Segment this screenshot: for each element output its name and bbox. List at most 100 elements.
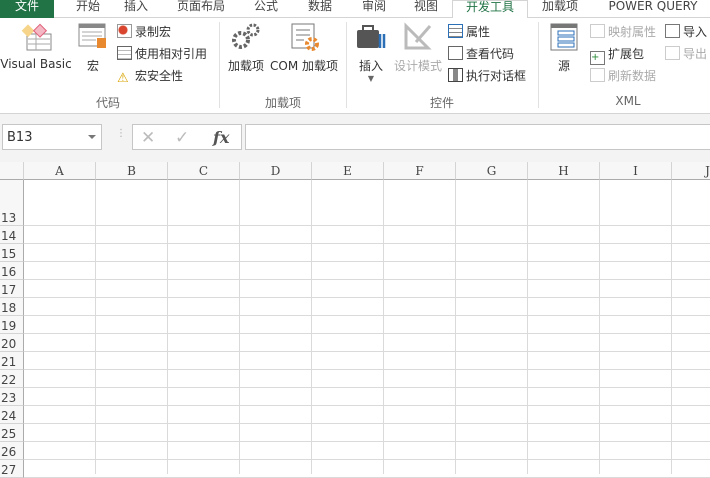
warning-icon: ⚠: [117, 71, 129, 86]
cancel-icon[interactable]: ✕: [141, 128, 155, 148]
column-header-D[interactable]: D: [240, 162, 312, 180]
row-gridline: [24, 279, 710, 280]
view-code-button[interactable]: 查看代码: [448, 44, 514, 64]
design-mode-button[interactable]: 设计模式: [392, 18, 444, 74]
view-code-icon: [448, 46, 463, 60]
insert-control-label: 插入: [358, 59, 383, 73]
properties-label: 属性: [466, 25, 491, 39]
row-header-27[interactable]: 27: [0, 460, 24, 478]
macro-security-label: 宏安全性: [135, 69, 184, 83]
row-header-20[interactable]: 20: [0, 334, 24, 352]
column-header-J[interactable]: J: [672, 162, 710, 180]
row-gridline: [24, 351, 710, 352]
export-button[interactable]: 导出: [665, 44, 707, 64]
row-header-15[interactable]: 15: [0, 244, 24, 262]
row-header-26[interactable]: 26: [0, 442, 24, 460]
tab-insert[interactable]: 插入: [118, 0, 154, 18]
run-dialog-icon: [448, 68, 463, 82]
row-gridline: [24, 459, 710, 460]
properties-button[interactable]: 属性: [448, 22, 490, 42]
design-mode-label: 设计模式: [393, 59, 442, 73]
row-gridline: [24, 315, 710, 316]
row-gridline: [24, 423, 710, 424]
dropdown-arrow-icon: ▼: [367, 74, 375, 83]
row-gridline: [24, 441, 710, 442]
row-header-22[interactable]: 22: [0, 370, 24, 388]
map-properties-label: 映射属性: [608, 25, 657, 39]
tab-page-layout[interactable]: 页面布局: [172, 0, 230, 18]
formula-bar: B13 ⋮ ✕ ✓ fx: [0, 114, 710, 162]
macro-security-button[interactable]: ⚠ 宏安全性: [117, 66, 183, 86]
ribbon: Visual Basic 宏 录制宏 使用相对引用 ⚠ 宏安全性 代码 加载项 C…: [0, 18, 710, 114]
tab-home[interactable]: 开始: [70, 0, 106, 18]
row-header-16[interactable]: 16: [0, 262, 24, 280]
design-mode-icon: [404, 22, 432, 50]
row-header-25[interactable]: 25: [0, 424, 24, 442]
column-header-H[interactable]: H: [528, 162, 600, 180]
visual-basic-icon: [21, 23, 52, 51]
import-icon: [665, 24, 680, 38]
tab-review[interactable]: 审阅: [356, 0, 392, 18]
xml-source-button[interactable]: 源: [546, 18, 582, 74]
record-icon: [117, 24, 132, 38]
insert-function-icon[interactable]: fx: [213, 128, 229, 147]
import-button[interactable]: 导入: [665, 22, 707, 42]
insert-control-button[interactable]: 插入 ▼: [352, 18, 390, 83]
relative-reference-label: 使用相对引用: [135, 47, 208, 61]
tab-power-query[interactable]: POWER QUERY: [600, 0, 706, 18]
column-header-E[interactable]: E: [312, 162, 384, 180]
expansion-packs-label: 扩展包: [608, 47, 645, 61]
row-gridline: [24, 261, 710, 262]
column-header-I[interactable]: I: [600, 162, 672, 180]
row-header-24[interactable]: 24: [0, 406, 24, 424]
formula-buttons: ✕ ✓ fx: [132, 124, 242, 150]
row-gridline: [24, 297, 710, 298]
chevron-down-icon[interactable]: [88, 135, 96, 143]
worksheet-grid[interactable]: A B C D E F G H I J 13 14 15 16 17 18 19 20 21 22 23 24 25 26 27: [0, 162, 710, 478]
row-header-13[interactable]: 13: [0, 180, 24, 226]
row-header-14[interactable]: 14: [0, 226, 24, 244]
toolbox-icon: [357, 25, 386, 48]
select-all-corner[interactable]: [0, 162, 24, 180]
enter-icon[interactable]: ✓: [175, 128, 189, 148]
row-header-19[interactable]: 19: [0, 316, 24, 334]
column-header-G[interactable]: G: [456, 162, 528, 180]
com-addins-button[interactable]: COM 加载项: [268, 18, 340, 74]
row-header-23[interactable]: 23: [0, 388, 24, 406]
tab-developer[interactable]: 开发工具: [452, 0, 528, 19]
tab-file[interactable]: 文件: [0, 0, 54, 18]
map-properties-icon: [590, 24, 605, 38]
tab-addins[interactable]: 加载项: [538, 0, 582, 18]
column-header-C[interactable]: C: [168, 162, 240, 180]
tab-view[interactable]: 视图: [408, 0, 444, 18]
group-label-code: 代码: [95, 96, 120, 110]
row-header-18[interactable]: 18: [0, 298, 24, 316]
column-header-F[interactable]: F: [384, 162, 456, 180]
macros-button[interactable]: 宏: [76, 18, 110, 74]
addins-button[interactable]: 加载项: [224, 18, 268, 74]
row-header-17[interactable]: 17: [0, 280, 24, 298]
formula-input[interactable]: [245, 124, 710, 150]
relative-reference-button[interactable]: 使用相对引用: [117, 44, 207, 64]
view-code-label: 查看代码: [466, 47, 515, 61]
record-macro-label: 录制宏: [135, 25, 172, 39]
refresh-data-button[interactable]: 刷新数据: [590, 66, 656, 86]
macros-label: 宏: [86, 59, 99, 73]
expansion-packs-icon: +: [590, 51, 605, 65]
column-header-B[interactable]: B: [96, 162, 168, 180]
expansion-packs-button[interactable]: + 扩展包: [590, 44, 645, 65]
drag-handle-icon[interactable]: ⋮: [116, 128, 126, 139]
record-macro-button[interactable]: 录制宏: [117, 22, 171, 42]
xml-source-icon: [550, 23, 578, 51]
column-header-A[interactable]: A: [24, 162, 96, 180]
row-gridline: [24, 333, 710, 334]
properties-icon: [448, 24, 463, 38]
run-dialog-button[interactable]: 执行对话框: [448, 66, 526, 86]
row-header-21[interactable]: 21: [0, 352, 24, 370]
name-box[interactable]: B13: [2, 124, 102, 150]
map-properties-button[interactable]: 映射属性: [590, 22, 656, 42]
tab-formulas[interactable]: 公式: [248, 0, 284, 18]
import-label: 导入: [683, 25, 708, 39]
tab-data[interactable]: 数据: [302, 0, 338, 18]
visual-basic-button[interactable]: Visual Basic: [0, 18, 72, 71]
